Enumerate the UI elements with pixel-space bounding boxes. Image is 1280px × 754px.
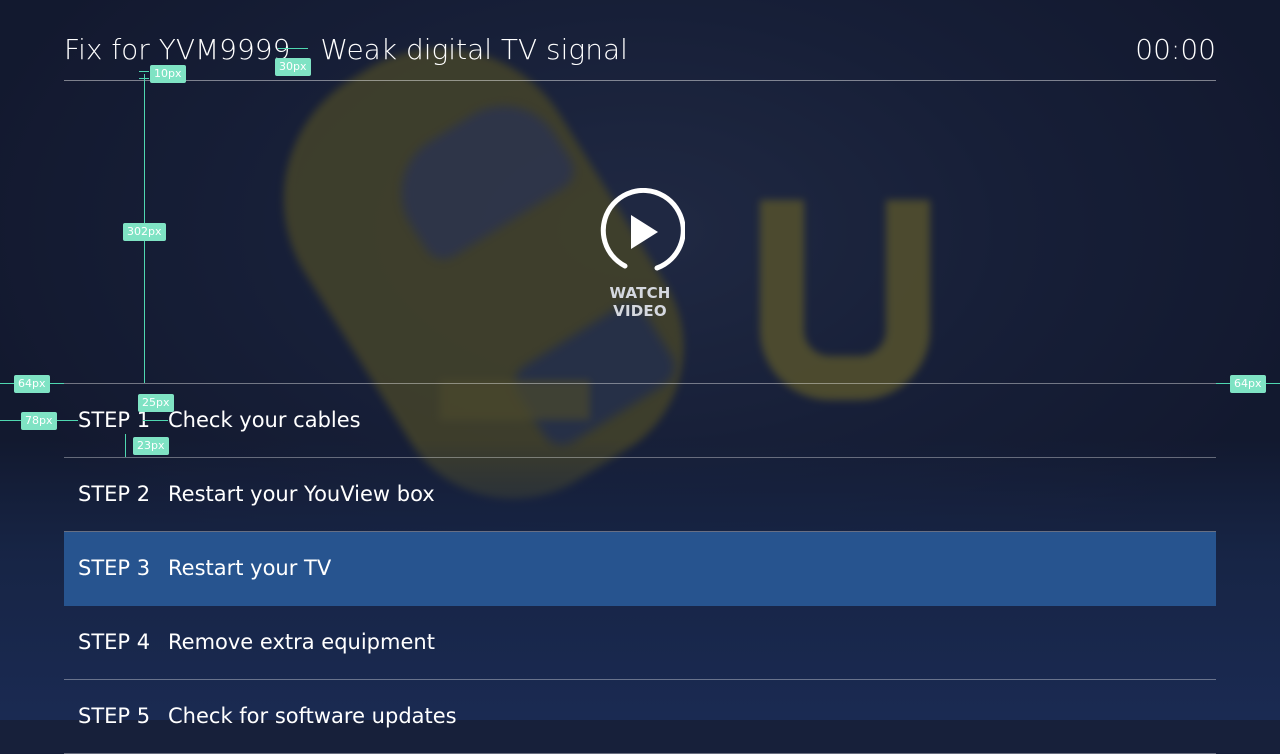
step-label: Check your cables: [168, 408, 361, 432]
step-number: STEP 4: [78, 630, 151, 654]
fault-code: Fix for YVM9999: [64, 33, 291, 66]
measure-label: 30px: [275, 58, 311, 76]
watch-video-label: WATCH VIDEO: [609, 284, 671, 320]
measure-label: 25px: [138, 394, 174, 412]
page-title: Fix for YVM9999 Weak digital TV signal: [64, 28, 628, 72]
step-label: Restart your TV: [168, 556, 332, 580]
step-item-4[interactable]: STEP 4 Remove extra equipment: [64, 606, 1216, 680]
watch-video-button[interactable]: WATCH VIDEO: [587, 188, 693, 320]
step-item-3[interactable]: STEP 3 Restart your TV: [64, 532, 1216, 606]
play-icon: [600, 188, 685, 271]
measure-label: 64px: [14, 375, 50, 393]
step-number: STEP 3: [78, 556, 151, 580]
step-item-1[interactable]: STEP 1 Check your cables: [64, 384, 1216, 458]
measure-label: 64px: [1230, 375, 1266, 393]
step-label: Check for software updates: [168, 704, 457, 728]
step-label: Remove extra equipment: [168, 630, 435, 654]
steps-list: STEP 1 Check your cables STEP 2 Restart …: [64, 384, 1216, 754]
step-number: STEP 5: [78, 704, 151, 728]
measure-label: 10px: [150, 65, 186, 83]
step-label: Restart your YouView box: [168, 482, 435, 506]
page-header: Fix for YVM9999 Weak digital TV signal 00…: [64, 28, 1216, 81]
step-item-2[interactable]: STEP 2 Restart your YouView box: [64, 458, 1216, 532]
measure-label: 78px: [21, 412, 57, 430]
clock: 00:00: [1135, 33, 1216, 66]
measure-label: 23px: [133, 437, 169, 455]
measure-label: 302px: [123, 223, 166, 241]
step-item-5[interactable]: STEP 5 Check for software updates: [64, 680, 1216, 754]
step-number: STEP 2: [78, 482, 151, 506]
fault-title: Weak digital TV signal: [320, 33, 628, 66]
